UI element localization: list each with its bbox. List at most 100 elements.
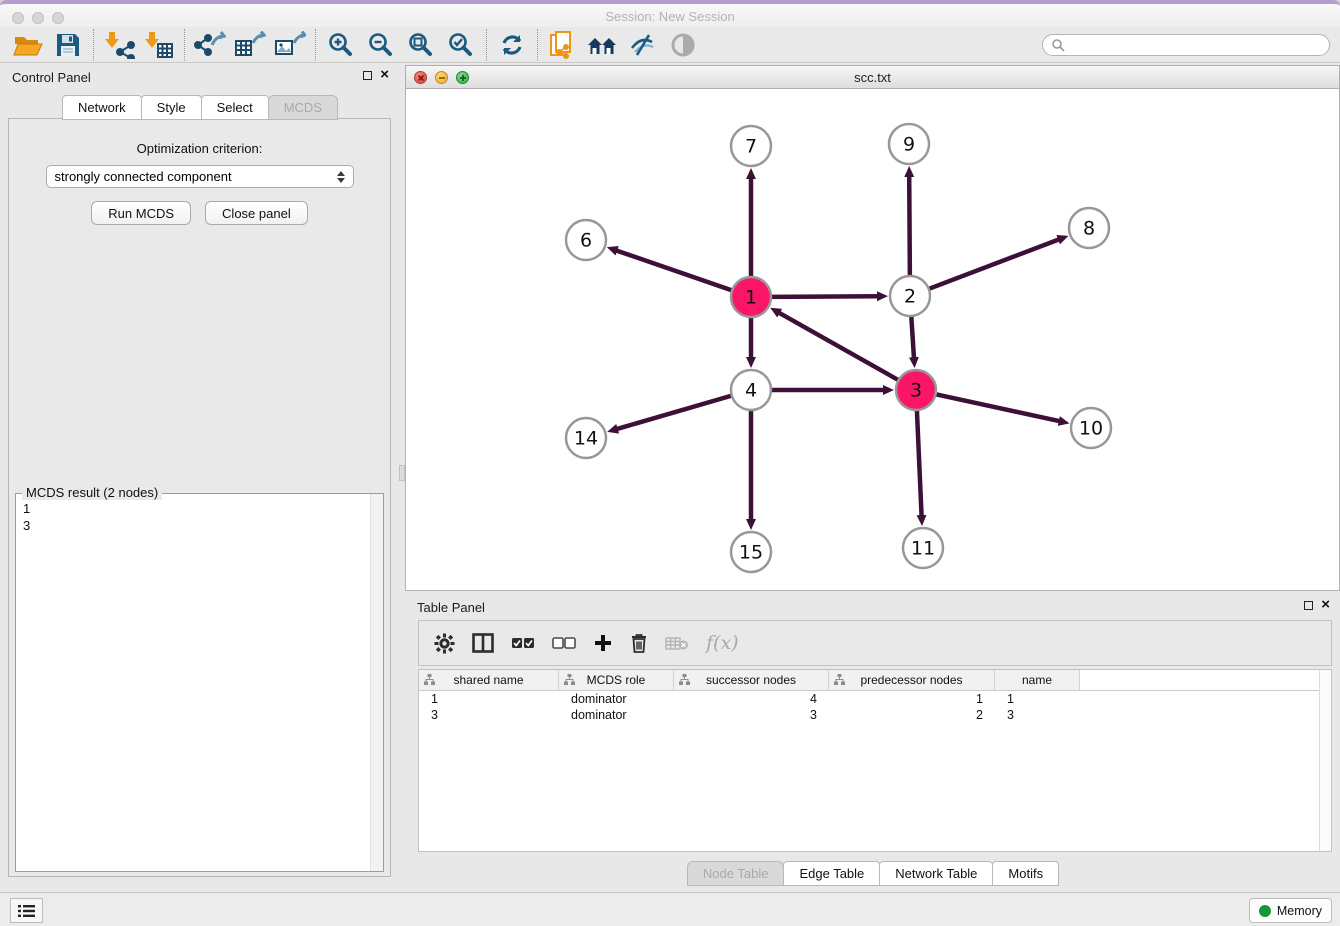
search-input[interactable]: [1065, 35, 1329, 55]
table-cell[interactable]: 1: [419, 691, 559, 707]
network-window-titlebar[interactable]: scc.txt: [405, 65, 1340, 89]
table-tabs: Node TableEdge TableNetwork TableMotifs: [405, 861, 1340, 886]
node-8[interactable]: 8: [1069, 208, 1109, 248]
table-cell[interactable]: 1: [829, 691, 995, 707]
save-session-icon[interactable]: [48, 29, 88, 61]
node-label: 14: [574, 428, 598, 450]
float-panel-icon[interactable]: [363, 71, 372, 80]
edge-2-3[interactable]: [911, 317, 914, 358]
float-table-panel-icon[interactable]: [1304, 601, 1313, 610]
node-14[interactable]: 14: [566, 418, 606, 458]
import-table-icon[interactable]: [139, 29, 179, 61]
table-cell[interactable]: 3: [995, 707, 1080, 723]
node-6[interactable]: 6: [566, 220, 606, 260]
tab-motifs[interactable]: Motifs: [992, 861, 1059, 886]
edge-3-10[interactable]: [937, 394, 1060, 421]
close-panel-icon[interactable]: ×: [380, 69, 389, 81]
node-1[interactable]: 1: [731, 277, 771, 317]
table-cell[interactable]: dominator: [559, 691, 674, 707]
zoom-in-icon[interactable]: [321, 29, 361, 61]
export-image-icon[interactable]: [270, 29, 310, 61]
tab-mcds[interactable]: MCDS: [268, 95, 338, 120]
zoom-out-icon[interactable]: [361, 29, 401, 61]
tab-network-table[interactable]: Network Table: [879, 861, 993, 886]
add-column-icon[interactable]: [593, 633, 613, 653]
node-7[interactable]: 7: [731, 126, 771, 166]
edge-4-14[interactable]: [617, 396, 731, 429]
task-history-button[interactable]: [10, 898, 43, 923]
table-cell[interactable]: dominator: [559, 707, 674, 723]
export-network-icon[interactable]: [190, 29, 230, 61]
deselect-all-icon[interactable]: [552, 636, 576, 650]
node-11[interactable]: 11: [903, 528, 943, 568]
memory-button[interactable]: Memory: [1249, 898, 1332, 923]
export-table-icon[interactable]: [230, 29, 270, 61]
delete-column-icon[interactable]: [630, 633, 648, 654]
table-cell[interactable]: 4: [674, 691, 829, 707]
toolbar-separator: [184, 29, 185, 61]
column-label: MCDS role: [587, 673, 646, 687]
table-panel-title: Table Panel: [417, 600, 485, 615]
mcds-result-field: MCDS result (2 nodes) 1 3: [15, 493, 384, 872]
control-panel-title: Control Panel: [12, 70, 91, 85]
node-label: 3: [910, 380, 922, 402]
table-row[interactable]: 1dominator411: [419, 691, 1331, 707]
zoom-fit-icon[interactable]: [401, 29, 441, 61]
node-9[interactable]: 9: [889, 124, 929, 164]
tab-select[interactable]: Select: [201, 95, 269, 120]
status-bar: Memory: [0, 892, 1340, 926]
node-label: 10: [1079, 418, 1103, 440]
table-cell[interactable]: 1: [995, 691, 1080, 707]
close-table-panel-icon[interactable]: ×: [1321, 599, 1330, 611]
tab-node-table[interactable]: Node Table: [687, 861, 785, 886]
edge-2-8[interactable]: [930, 239, 1059, 288]
open-session-icon[interactable]: [8, 29, 48, 61]
node-label: 8: [1083, 218, 1095, 240]
select-all-icon[interactable]: [511, 636, 535, 650]
tab-network[interactable]: Network: [62, 95, 142, 120]
result-scrollbar[interactable]: [370, 494, 383, 871]
zoom-selected-icon[interactable]: [441, 29, 481, 61]
node-table: shared name MCDS role successor nodesprede…: [418, 669, 1332, 852]
node-15[interactable]: 15: [731, 532, 771, 572]
tab-style[interactable]: Style: [141, 95, 202, 120]
column-header-predecessor-nodes[interactable]: predecessor nodes: [829, 670, 995, 690]
columns-icon[interactable]: [472, 633, 494, 653]
node-4[interactable]: 4: [731, 370, 771, 410]
table-toolbar: f(x): [418, 620, 1332, 666]
show-all-icon[interactable]: [663, 29, 703, 61]
gear-icon[interactable]: [434, 633, 455, 654]
table-scrollbar[interactable]: [1319, 670, 1331, 851]
tab-edge-table[interactable]: Edge Table: [783, 861, 880, 886]
hide-selected-icon[interactable]: [623, 29, 663, 61]
first-neighbors-icon[interactable]: [583, 29, 623, 61]
new-network-from-selection-icon[interactable]: [543, 29, 583, 61]
edge-1-6[interactable]: [616, 250, 731, 290]
table-cell[interactable]: 3: [419, 707, 559, 723]
edge-1-2[interactable]: [772, 296, 878, 297]
edge-2-9[interactable]: [909, 176, 910, 275]
run-mcds-button[interactable]: Run MCDS: [91, 201, 191, 225]
column-header-shared-name[interactable]: shared name: [419, 670, 559, 690]
mcds-panel: Optimization criterion: strongly connect…: [8, 118, 391, 877]
node-10[interactable]: 10: [1071, 408, 1111, 448]
apply-layout-icon[interactable]: [492, 29, 532, 61]
table-cell[interactable]: 3: [674, 707, 829, 723]
import-network-icon[interactable]: [99, 29, 139, 61]
table-row[interactable]: 3dominator323: [419, 707, 1331, 723]
table-cell[interactable]: 2: [829, 707, 995, 723]
mcds-result-text[interactable]: 1 3: [17, 500, 370, 870]
node-3[interactable]: 3: [896, 370, 936, 410]
search-box[interactable]: [1042, 34, 1330, 56]
column-header-successor-nodes[interactable]: successor nodes: [674, 670, 829, 690]
close-panel-button[interactable]: Close panel: [205, 201, 308, 225]
network-canvas[interactable]: 7 9 6 8 1 2 4 3 14 10 15 11: [405, 89, 1340, 591]
column-header-MCDS-role[interactable]: MCDS role: [559, 670, 674, 690]
criterion-select[interactable]: strongly connected component: [46, 165, 354, 188]
node-label: 2: [904, 286, 916, 308]
column-header-name[interactable]: name: [995, 670, 1080, 690]
node-2[interactable]: 2: [890, 276, 930, 316]
edge-3-11[interactable]: [917, 411, 922, 516]
edge-3-1[interactable]: [779, 313, 898, 380]
network-graph[interactable]: 7 9 6 8 1 2 4 3 14 10 15 11: [406, 89, 1339, 589]
